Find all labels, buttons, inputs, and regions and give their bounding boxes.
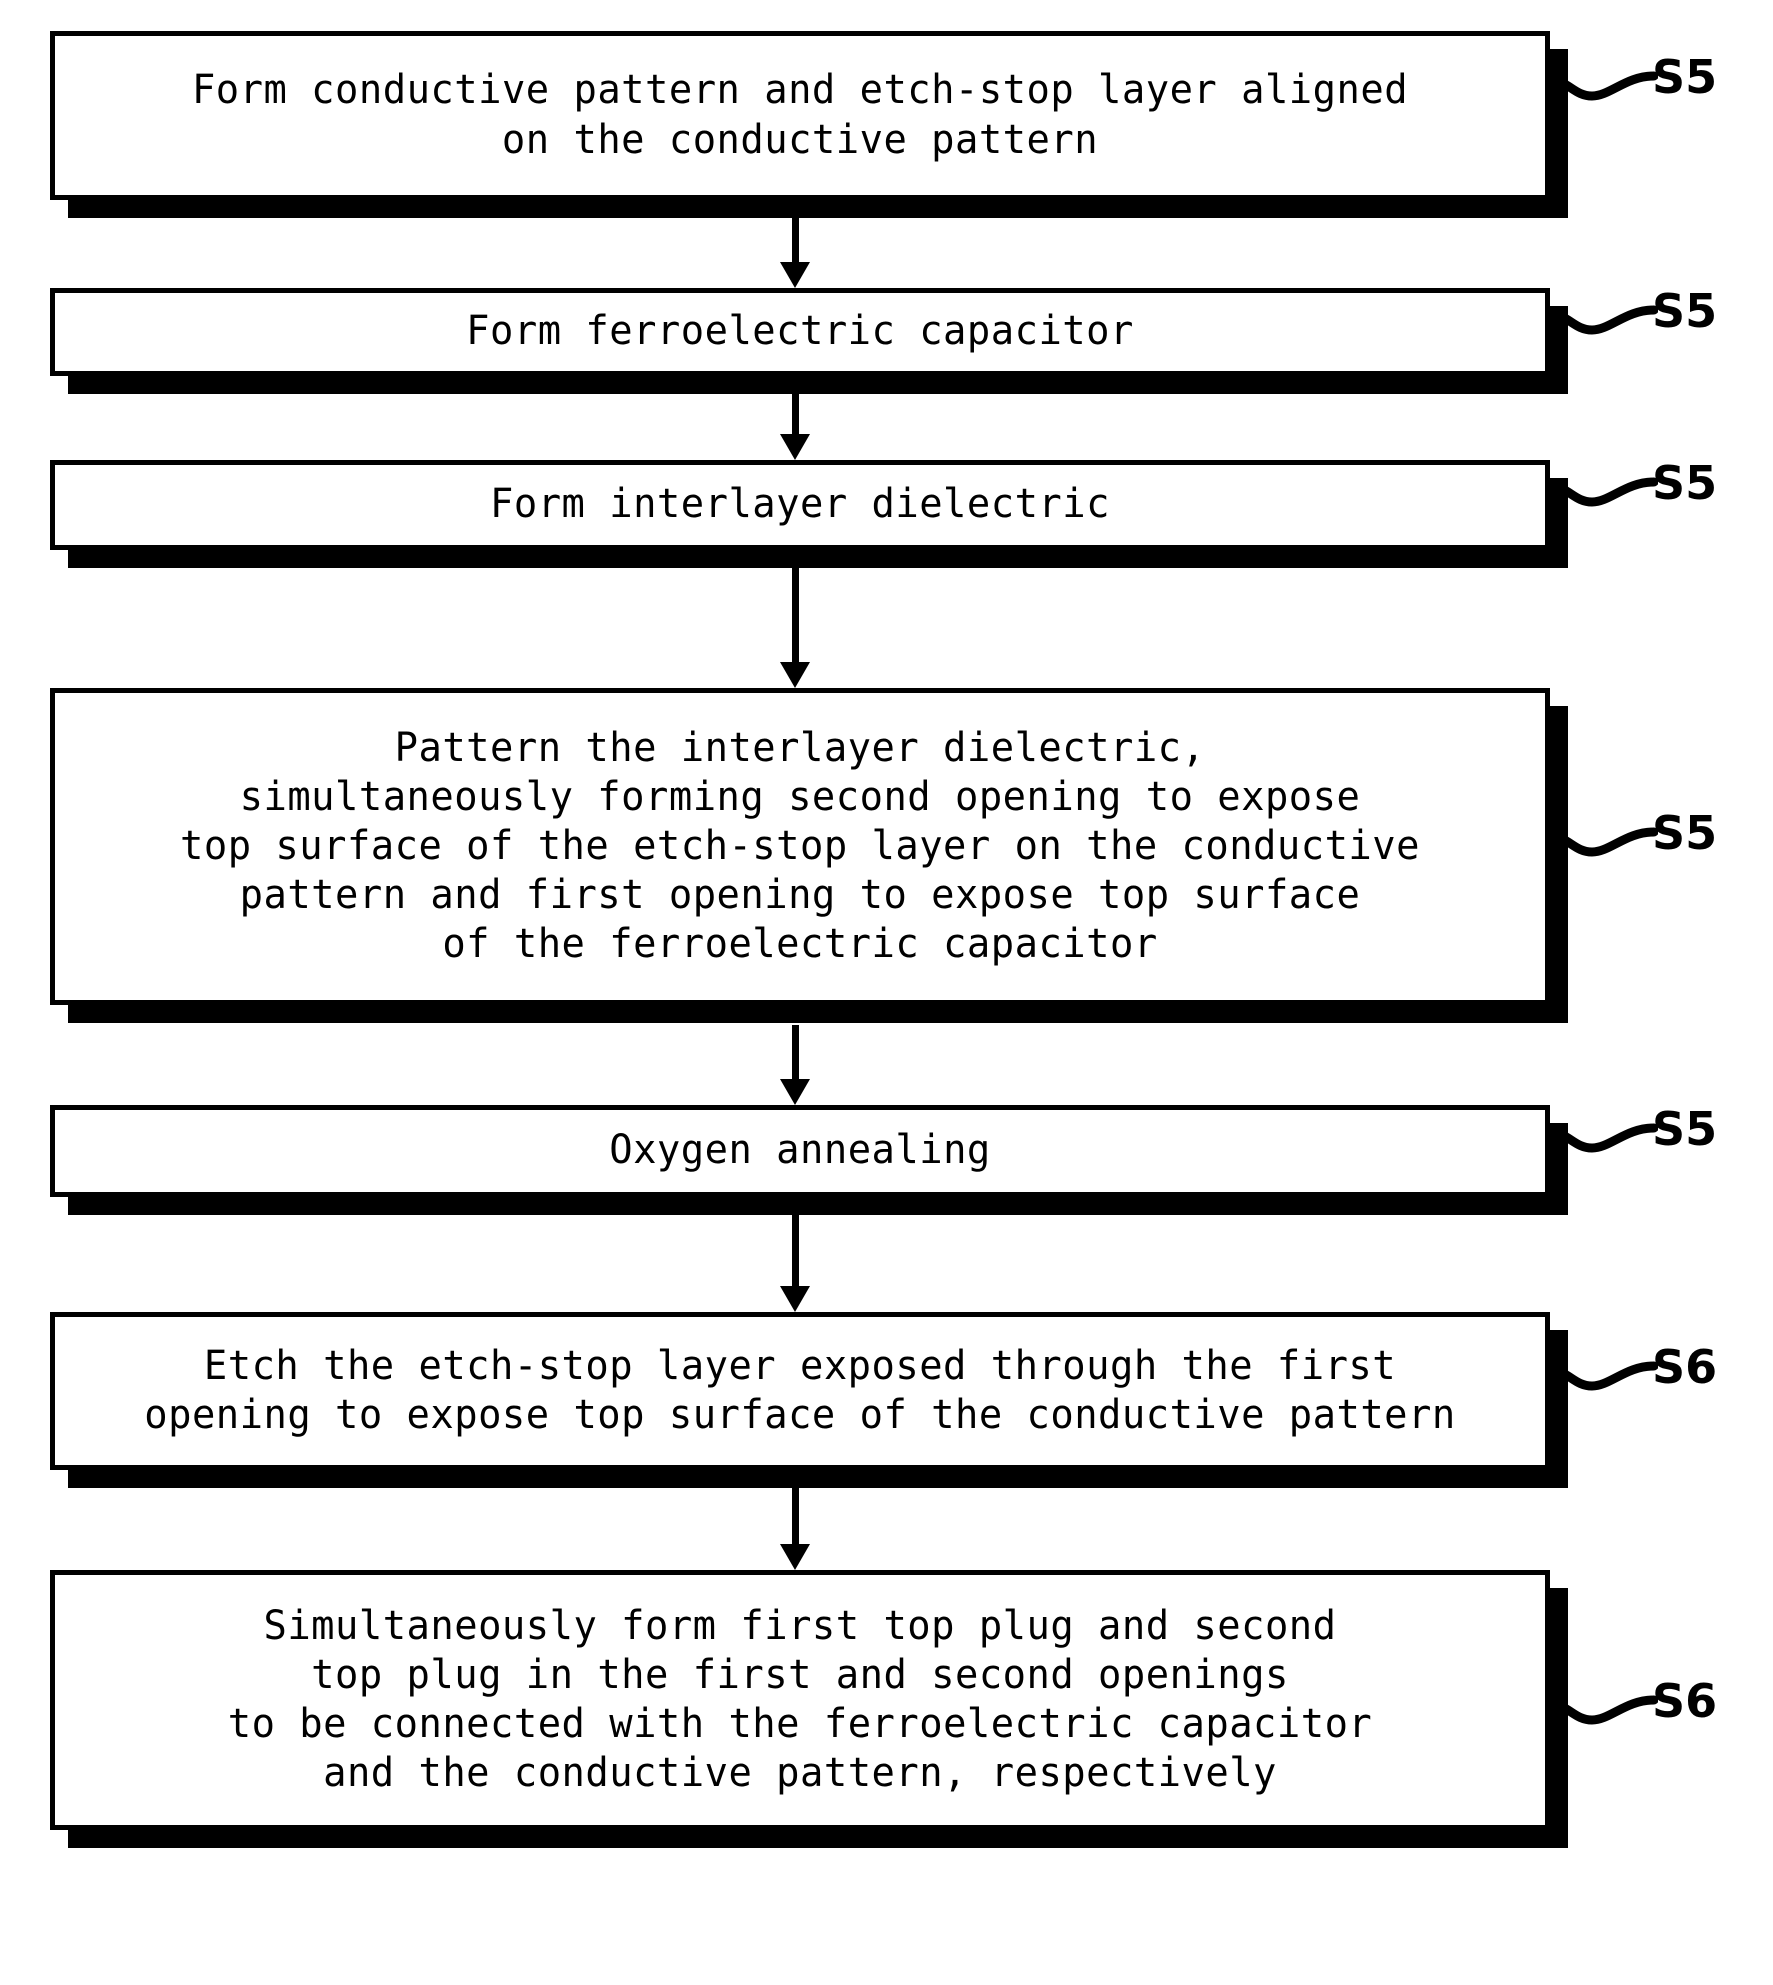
process-box-7-label: Simultaneously form first top plug and s… [227,1602,1373,1797]
step-label-5: S5 [1652,1102,1718,1156]
leader-squiggle-7 [1548,1695,1658,1725]
process-box-7[interactable]: Simultaneously form first top plug and s… [50,1570,1550,1830]
process-box-4[interactable]: Pattern the interlayer dielectric, simul… [50,688,1550,1005]
step-label-6: S6 [1652,1340,1718,1394]
leader-squiggle-3 [1548,477,1658,507]
process-box-1-label: Form conductive pattern and etch-stop la… [191,67,1409,163]
process-box-1[interactable]: Form conductive pattern and etch-stop la… [50,31,1550,200]
step-label-4: S5 [1652,806,1718,860]
step-label-1: S5 [1652,50,1718,104]
leader-squiggle-4 [1548,827,1658,857]
process-box-4-label: Pattern the interlayer dielectric, simul… [180,724,1420,968]
process-box-2-label: Form ferroelectric capacitor [466,308,1134,355]
process-box-2[interactable]: Form ferroelectric capacitor [50,288,1550,376]
process-box-6-label: Etch the etch-stop layer exposed through… [144,1342,1456,1438]
process-box-6[interactable]: Etch the etch-stop layer exposed through… [50,1312,1550,1470]
leader-squiggle-1 [1548,71,1658,101]
process-box-3[interactable]: Form interlayer dielectric [50,460,1550,550]
arrow-4-to-5 [780,1025,810,1105]
process-box-3-label: Form interlayer dielectric [490,481,1110,528]
arrow-3-to-4 [780,552,810,688]
process-box-5[interactable]: Oxygen annealing [50,1105,1550,1197]
process-box-5-label: Oxygen annealing [609,1127,991,1174]
flowchart-canvas: Form conductive pattern and etch-stop la… [0,0,1773,1985]
leader-squiggle-5 [1548,1123,1658,1153]
step-label-3: S5 [1652,456,1718,510]
leader-squiggle-2 [1548,305,1658,335]
step-label-2: S5 [1652,284,1718,338]
step-label-7: S6 [1652,1674,1718,1728]
arrow-1-to-2 [780,202,810,288]
arrow-5-to-6 [780,1199,810,1312]
leader-squiggle-6 [1548,1361,1658,1391]
arrow-2-to-3 [780,378,810,460]
arrow-6-to-7 [780,1472,810,1570]
